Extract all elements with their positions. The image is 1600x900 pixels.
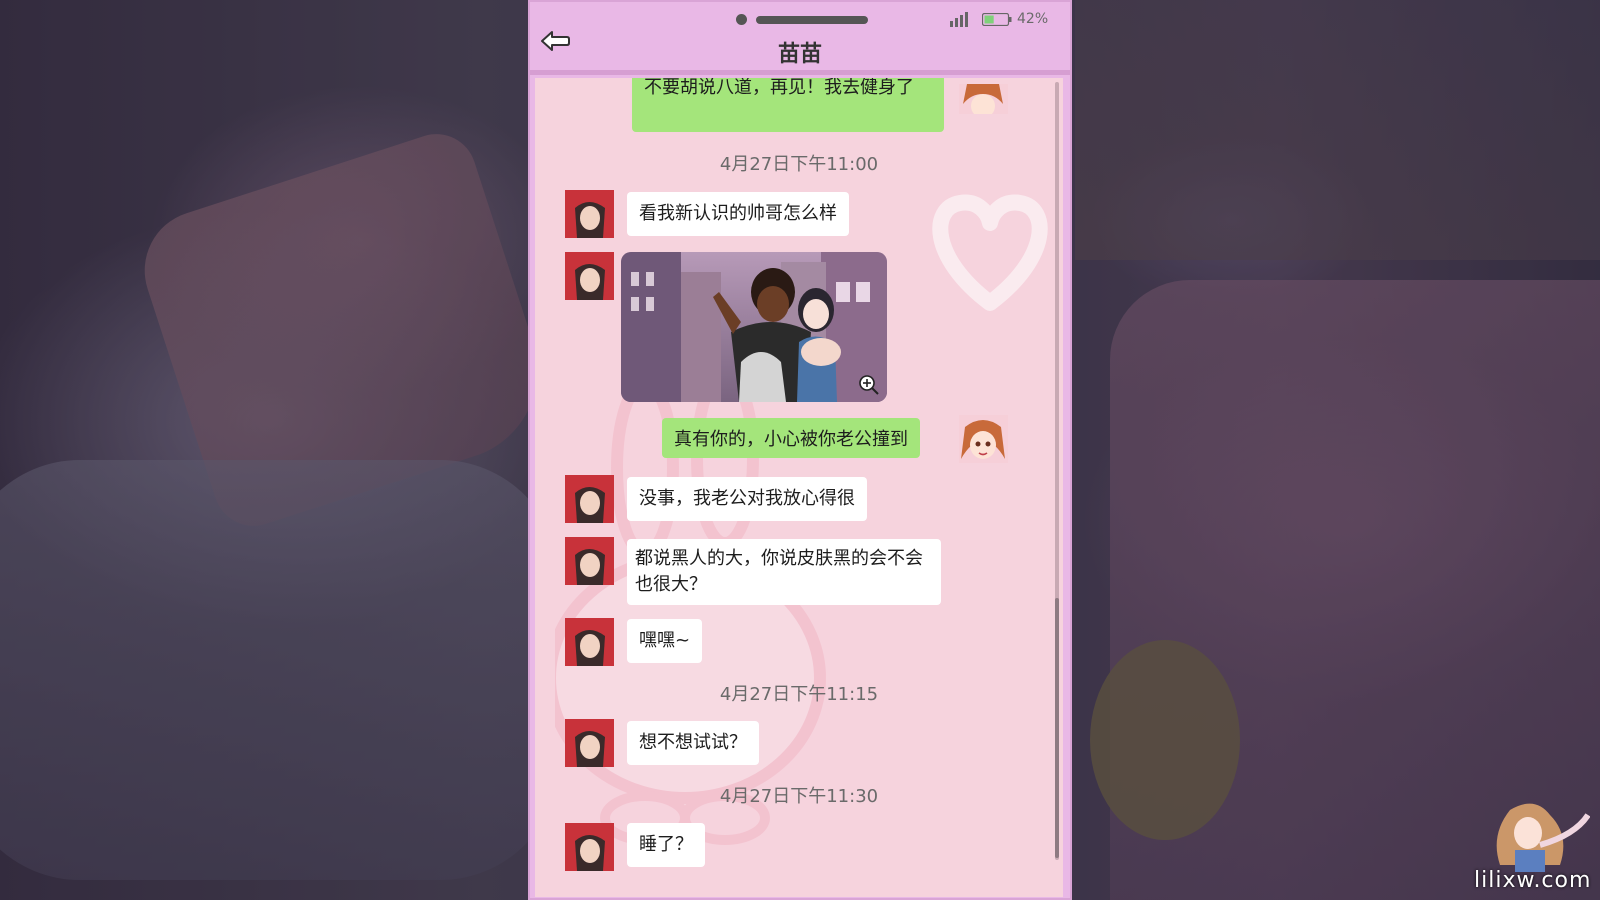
message-text: 都说黑人的大，你说皮肤黑的会不会也很大？ xyxy=(635,548,923,595)
avatar-friend[interactable] xyxy=(565,475,614,523)
avatar-friend[interactable] xyxy=(565,190,614,238)
timestamp: 4月27日下午11:30 xyxy=(719,786,879,807)
speaker-slot xyxy=(756,16,868,24)
header-divider xyxy=(530,70,1070,75)
avatar-friend[interactable] xyxy=(565,618,614,666)
scrollbar-thumb[interactable] xyxy=(1055,598,1059,858)
photo-message[interactable] xyxy=(621,252,887,402)
message-bubble-outgoing: 真有你的，小心被你老公撞到 xyxy=(662,418,920,458)
message-text: 嘿嘿~ xyxy=(639,630,691,651)
avatar-me xyxy=(959,84,1008,114)
girl-avatar-icon xyxy=(959,84,1008,114)
contact-name: 苗苗 xyxy=(777,42,822,67)
battery-icon xyxy=(982,13,1012,26)
chat-area[interactable]: 不要胡说八道，再见！我去健身了 4月27日下午11:00 看我新认识的帅哥怎么样 xyxy=(535,78,1063,897)
message-bubble-incoming: 看我新认识的帅哥怎么样 xyxy=(627,192,849,236)
avatar-me xyxy=(959,415,1008,463)
message-bubble-incoming: 没事，我老公对我放心得很 xyxy=(627,477,867,521)
photo-thumbnail xyxy=(621,252,887,402)
avatar-friend[interactable] xyxy=(565,719,614,767)
message-bubble-outgoing: 不要胡说八道，再见！我去健身了 xyxy=(632,78,944,132)
heart-decoration-icon xyxy=(932,194,1048,311)
message-text: 没事，我老公对我放心得很 xyxy=(639,488,855,509)
message-text: 睡了？ xyxy=(639,834,693,855)
avatar-friend[interactable] xyxy=(565,252,614,300)
friend-avatar-icon xyxy=(565,823,614,871)
friend-avatar-icon xyxy=(565,719,614,767)
avatar-friend[interactable] xyxy=(565,823,614,871)
battery-percentage: 42% xyxy=(1017,11,1049,27)
character-logo-icon xyxy=(1496,803,1590,872)
message-bubble-incoming: 睡了？ xyxy=(627,823,705,867)
phone-screen: 42% 苗苗 不要胡说八道，再见！我去健身了 4月27日下午11:00 看我新认… xyxy=(528,0,1072,900)
message-bubble-incoming: 嘿嘿~ xyxy=(627,619,703,663)
message-text: 想不想试试？ xyxy=(639,732,747,753)
avatar-friend[interactable] xyxy=(565,537,614,585)
zoom-in-icon[interactable] xyxy=(858,374,880,396)
friend-avatar-icon xyxy=(565,475,614,523)
message-text: 真有你的，小心被你老公撞到 xyxy=(674,429,908,450)
message-text: 不要胡说八道，再见！我去健身了 xyxy=(644,78,914,98)
friend-avatar-icon xyxy=(565,537,614,585)
timestamp: 4月27日下午11:15 xyxy=(719,684,879,705)
message-bubble-incoming: 都说黑人的大，你说皮肤黑的会不会也很大？ xyxy=(627,539,941,605)
timestamp: 4月27日下午11:00 xyxy=(719,154,879,175)
friend-avatar-icon xyxy=(565,252,614,300)
camera-dot xyxy=(736,14,747,25)
girl-avatar-icon xyxy=(959,415,1008,463)
chat-header: 苗苗 xyxy=(530,26,1070,72)
site-watermark: lilixw.com xyxy=(1474,868,1592,893)
friend-avatar-icon xyxy=(565,190,614,238)
friend-avatar-icon xyxy=(565,618,614,666)
signal-bars-icon xyxy=(950,12,968,27)
message-bubble-incoming: 想不想试试？ xyxy=(627,721,759,765)
message-text: 看我新认识的帅哥怎么样 xyxy=(639,203,837,224)
